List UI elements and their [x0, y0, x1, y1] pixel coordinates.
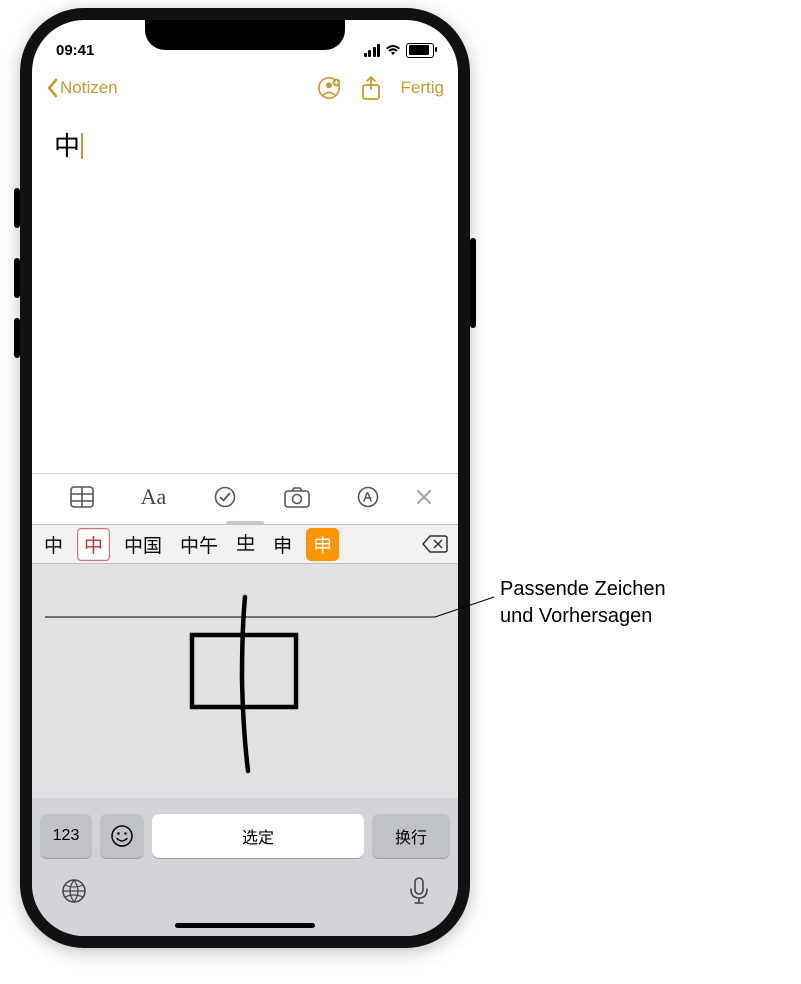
- callout-text: Passende Zeichen und Vorhersagen: [500, 576, 666, 630]
- callout-line1: Passende Zeichen: [500, 576, 666, 603]
- callout-leader: [0, 0, 801, 984]
- cellular-signal-icon: [364, 44, 381, 57]
- callout-line2: und Vorhersagen: [500, 603, 666, 630]
- battery-icon: [406, 43, 434, 58]
- status-time: 09:41: [56, 42, 94, 59]
- wifi-icon: [385, 44, 401, 56]
- notch: [145, 20, 345, 50]
